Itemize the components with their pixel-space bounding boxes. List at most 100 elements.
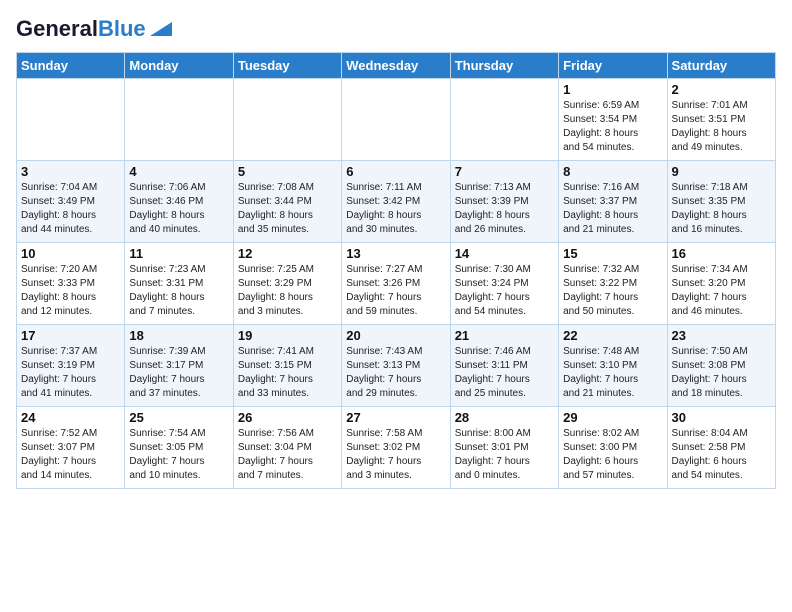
calendar-week-1: 1 Sunrise: 6:59 AM Sunset: 3:54 PM Daylig… — [17, 79, 776, 161]
calendar-cell: 18 Sunrise: 7:39 AM Sunset: 3:17 PM Dayli… — [125, 325, 233, 407]
calendar-cell: 25Sunrise: 7:54 AM Sunset: 3:05 PM Dayli… — [125, 407, 233, 489]
day-info: Sunrise: 8:04 AM Sunset: 2:58 PM Dayligh… — [672, 427, 771, 483]
calendar-cell: 11 Sunrise: 7:23 AM Sunset: 3:31 PM Dayli… — [125, 243, 233, 325]
calendar-week-4: 17Sunrise: 7:37 AM Sunset: 3:19 PM Dayli… — [17, 325, 776, 407]
day-number: 28 — [455, 410, 554, 425]
calendar-cell: 28 Sunrise: 8:00 AM Sunset: 3:01 PM Dayli… — [450, 407, 558, 489]
calendar-cell — [450, 79, 558, 161]
day-number: 26 — [238, 410, 337, 425]
calendar-cell: 16Sunrise: 7:34 AM Sunset: 3:20 PM Dayli… — [667, 243, 775, 325]
day-number: 6 — [346, 164, 445, 179]
calendar-cell: 15 Sunrise: 7:32 AM Sunset: 3:22 PM Dayli… — [559, 243, 667, 325]
calendar-cell: 17Sunrise: 7:37 AM Sunset: 3:19 PM Dayli… — [17, 325, 125, 407]
day-info: Sunrise: 7:13 AM Sunset: 3:39 PM Dayligh… — [455, 181, 554, 237]
day-number: 19 — [238, 328, 337, 343]
day-info: Sunrise: 7:32 AM Sunset: 3:22 PM Dayligh… — [563, 263, 662, 319]
calendar-cell: 6 Sunrise: 7:11 AM Sunset: 3:42 PM Daylig… — [342, 161, 450, 243]
calendar-cell: 5 Sunrise: 7:08 AM Sunset: 3:44 PM Daylig… — [233, 161, 341, 243]
day-number: 20 — [346, 328, 445, 343]
calendar-cell: 1 Sunrise: 6:59 AM Sunset: 3:54 PM Daylig… — [559, 79, 667, 161]
day-header-wednesday: Wednesday — [342, 53, 450, 79]
day-info: Sunrise: 7:50 AM Sunset: 3:08 PM Dayligh… — [672, 345, 771, 401]
calendar-week-2: 3Sunrise: 7:04 AM Sunset: 3:49 PM Daylig… — [17, 161, 776, 243]
day-info: Sunrise: 8:02 AM Sunset: 3:00 PM Dayligh… — [563, 427, 662, 483]
day-number: 9 — [672, 164, 771, 179]
day-info: Sunrise: 7:11 AM Sunset: 3:42 PM Dayligh… — [346, 181, 445, 237]
day-number: 15 — [563, 246, 662, 261]
day-number: 1 — [563, 82, 662, 97]
day-info: Sunrise: 8:00 AM Sunset: 3:01 PM Dayligh… — [455, 427, 554, 483]
day-number: 14 — [455, 246, 554, 261]
calendar-cell: 4 Sunrise: 7:06 AM Sunset: 3:46 PM Daylig… — [125, 161, 233, 243]
calendar-cell: 27Sunrise: 7:58 AM Sunset: 3:02 PM Dayli… — [342, 407, 450, 489]
logo-icon — [150, 18, 172, 36]
day-header-saturday: Saturday — [667, 53, 775, 79]
day-number: 27 — [346, 410, 445, 425]
day-number: 13 — [346, 246, 445, 261]
calendar-cell: 3Sunrise: 7:04 AM Sunset: 3:49 PM Daylig… — [17, 161, 125, 243]
day-info: Sunrise: 7:08 AM Sunset: 3:44 PM Dayligh… — [238, 181, 337, 237]
day-header-friday: Friday — [559, 53, 667, 79]
day-info: Sunrise: 7:16 AM Sunset: 3:37 PM Dayligh… — [563, 181, 662, 237]
day-info: Sunrise: 7:39 AM Sunset: 3:17 PM Dayligh… — [129, 345, 228, 401]
day-number: 25 — [129, 410, 228, 425]
calendar-cell — [342, 79, 450, 161]
day-number: 10 — [21, 246, 120, 261]
day-number: 11 — [129, 246, 228, 261]
calendar-cell: 24 Sunrise: 7:52 AM Sunset: 3:07 PM Dayli… — [17, 407, 125, 489]
day-info: Sunrise: 7:06 AM Sunset: 3:46 PM Dayligh… — [129, 181, 228, 237]
calendar-cell: 23 Sunrise: 7:50 AM Sunset: 3:08 PM Dayli… — [667, 325, 775, 407]
calendar-cell — [125, 79, 233, 161]
day-info: Sunrise: 7:46 AM Sunset: 3:11 PM Dayligh… — [455, 345, 554, 401]
day-info: Sunrise: 7:30 AM Sunset: 3:24 PM Dayligh… — [455, 263, 554, 319]
day-header-thursday: Thursday — [450, 53, 558, 79]
calendar-cell: 13Sunrise: 7:27 AM Sunset: 3:26 PM Dayli… — [342, 243, 450, 325]
calendar-week-5: 24 Sunrise: 7:52 AM Sunset: 3:07 PM Dayli… — [17, 407, 776, 489]
calendar-cell: 22Sunrise: 7:48 AM Sunset: 3:10 PM Dayli… — [559, 325, 667, 407]
day-number: 12 — [238, 246, 337, 261]
day-number: 5 — [238, 164, 337, 179]
day-info: Sunrise: 7:20 AM Sunset: 3:33 PM Dayligh… — [21, 263, 120, 319]
day-number: 7 — [455, 164, 554, 179]
day-number: 23 — [672, 328, 771, 343]
day-number: 18 — [129, 328, 228, 343]
calendar-table: SundayMondayTuesdayWednesdayThursdayFrid… — [16, 52, 776, 489]
day-info: Sunrise: 7:23 AM Sunset: 3:31 PM Dayligh… — [129, 263, 228, 319]
day-info: Sunrise: 7:04 AM Sunset: 3:49 PM Dayligh… — [21, 181, 120, 237]
calendar-cell: 7 Sunrise: 7:13 AM Sunset: 3:39 PM Daylig… — [450, 161, 558, 243]
calendar-cell: 30Sunrise: 8:04 AM Sunset: 2:58 PM Dayli… — [667, 407, 775, 489]
calendar-cell — [233, 79, 341, 161]
calendar-cell: 26Sunrise: 7:56 AM Sunset: 3:04 PM Dayli… — [233, 407, 341, 489]
calendar-cell: 2 Sunrise: 7:01 AM Sunset: 3:51 PM Daylig… — [667, 79, 775, 161]
day-info: Sunrise: 7:37 AM Sunset: 3:19 PM Dayligh… — [21, 345, 120, 401]
day-info: Sunrise: 7:01 AM Sunset: 3:51 PM Dayligh… — [672, 99, 771, 155]
calendar-cell: 14 Sunrise: 7:30 AM Sunset: 3:24 PM Dayli… — [450, 243, 558, 325]
day-header-monday: Monday — [125, 53, 233, 79]
logo: GeneralBlue — [16, 16, 172, 42]
header: GeneralBlue — [16, 16, 776, 42]
day-number: 24 — [21, 410, 120, 425]
day-header-sunday: Sunday — [17, 53, 125, 79]
day-info: Sunrise: 7:43 AM Sunset: 3:13 PM Dayligh… — [346, 345, 445, 401]
day-number: 22 — [563, 328, 662, 343]
calendar-week-3: 10 Sunrise: 7:20 AM Sunset: 3:33 PM Dayli… — [17, 243, 776, 325]
logo-text: GeneralBlue — [16, 16, 146, 42]
day-info: Sunrise: 7:41 AM Sunset: 3:15 PM Dayligh… — [238, 345, 337, 401]
calendar-cell: 8Sunrise: 7:16 AM Sunset: 3:37 PM Daylig… — [559, 161, 667, 243]
day-number: 2 — [672, 82, 771, 97]
day-number: 4 — [129, 164, 228, 179]
calendar-cell: 19 Sunrise: 7:41 AM Sunset: 3:15 PM Dayli… — [233, 325, 341, 407]
calendar-cell: 10 Sunrise: 7:20 AM Sunset: 3:33 PM Dayli… — [17, 243, 125, 325]
day-number: 21 — [455, 328, 554, 343]
calendar-header-row: SundayMondayTuesdayWednesdayThursdayFrid… — [17, 53, 776, 79]
day-info: Sunrise: 6:59 AM Sunset: 3:54 PM Dayligh… — [563, 99, 662, 155]
day-info: Sunrise: 7:52 AM Sunset: 3:07 PM Dayligh… — [21, 427, 120, 483]
day-number: 29 — [563, 410, 662, 425]
calendar-cell — [17, 79, 125, 161]
page: GeneralBlue SundayMondayTuesdayWednesday… — [0, 0, 792, 612]
calendar-cell: 9Sunrise: 7:18 AM Sunset: 3:35 PM Daylig… — [667, 161, 775, 243]
calendar-cell: 21 Sunrise: 7:46 AM Sunset: 3:11 PM Dayli… — [450, 325, 558, 407]
day-header-tuesday: Tuesday — [233, 53, 341, 79]
day-info: Sunrise: 7:25 AM Sunset: 3:29 PM Dayligh… — [238, 263, 337, 319]
calendar-cell: 12 Sunrise: 7:25 AM Sunset: 3:29 PM Dayli… — [233, 243, 341, 325]
